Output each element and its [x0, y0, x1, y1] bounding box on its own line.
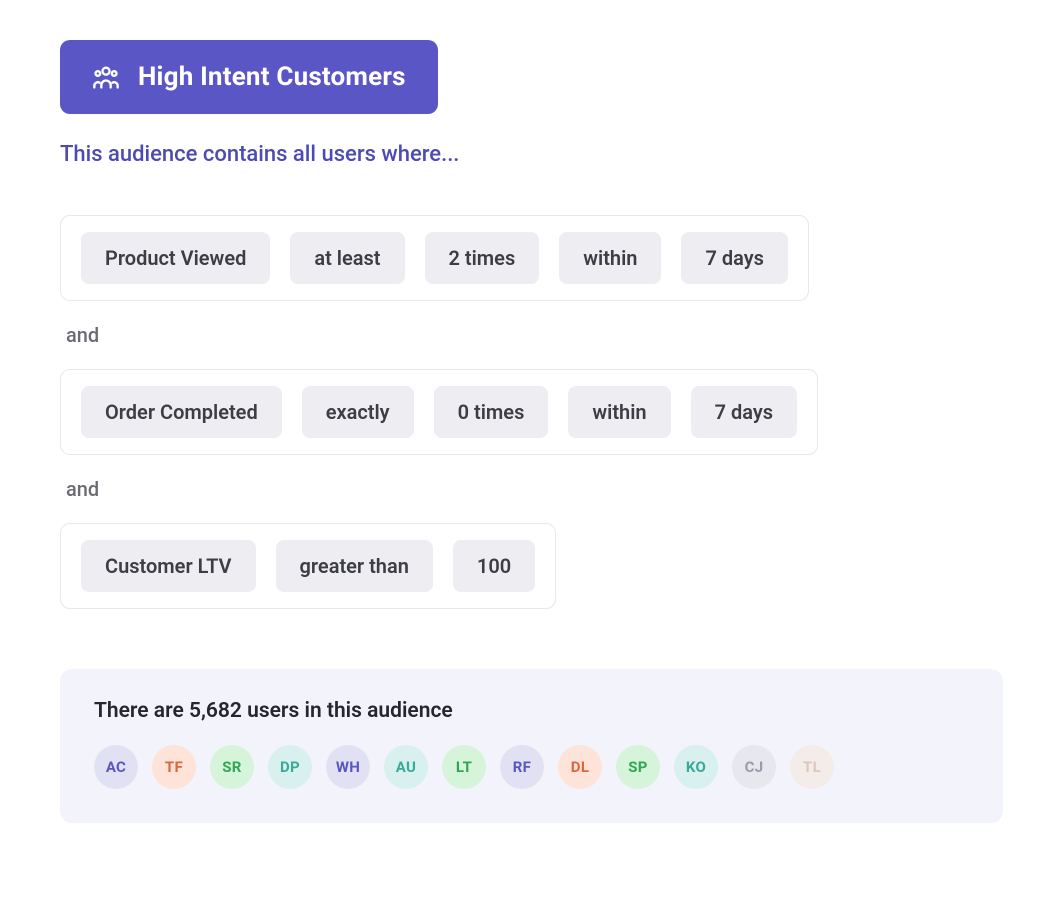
avatar[interactable]: LT	[442, 745, 486, 789]
rule-chip[interactable]: Customer LTV	[81, 540, 256, 592]
rule-chip[interactable]: greater than	[276, 540, 433, 592]
summary-count-line: There are 5,682 users in this audience	[94, 699, 969, 723]
avatar[interactable]: CJ	[732, 745, 776, 789]
avatar[interactable]: RF	[500, 745, 544, 789]
rule-row[interactable]: Order Completed exactly 0 times within 7…	[60, 369, 818, 455]
rule-row[interactable]: Product Viewed at least 2 times within 7…	[60, 215, 809, 301]
rule-chip[interactable]: within	[568, 386, 670, 438]
avatar[interactable]: TL	[790, 745, 834, 789]
rule-joiner: and	[66, 477, 997, 501]
avatar[interactable]: TF	[152, 745, 196, 789]
avatar[interactable]: DL	[558, 745, 602, 789]
audience-builder-card: High Intent Customers This audience cont…	[0, 0, 1063, 863]
rule-chip[interactable]: 0 times	[434, 386, 549, 438]
audience-title: High Intent Customers	[138, 62, 406, 92]
audience-summary-panel: There are 5,682 users in this audience A…	[60, 669, 1003, 823]
avatar-row: AC TF SR DP WH AU LT RF DL SP KO CJ TL	[94, 745, 969, 789]
rules-container: Product Viewed at least 2 times within 7…	[60, 215, 1003, 609]
audience-title-badge[interactable]: High Intent Customers	[60, 40, 438, 114]
rule-chip[interactable]: 7 days	[681, 232, 787, 284]
rule-row[interactable]: Customer LTV greater than 100	[60, 523, 556, 609]
avatar[interactable]: AU	[384, 745, 428, 789]
rule-chip[interactable]: Product Viewed	[81, 232, 270, 284]
rule-chip[interactable]: at least	[290, 232, 404, 284]
rule-chip[interactable]: within	[559, 232, 661, 284]
avatar[interactable]: AC	[94, 745, 138, 789]
avatar[interactable]: WH	[326, 745, 370, 789]
audience-subhead: This audience contains all users where..…	[60, 142, 1003, 167]
rule-chip[interactable]: Order Completed	[81, 386, 282, 438]
rule-joiner: and	[66, 323, 997, 347]
avatar[interactable]: DP	[268, 745, 312, 789]
avatar[interactable]: SR	[210, 745, 254, 789]
rule-chip[interactable]: 2 times	[425, 232, 540, 284]
rule-chip[interactable]: 7 days	[691, 386, 797, 438]
audience-icon	[92, 63, 120, 91]
rule-chip[interactable]: exactly	[302, 386, 414, 438]
avatar[interactable]: KO	[674, 745, 718, 789]
rule-chip[interactable]: 100	[453, 540, 535, 592]
avatar[interactable]: SP	[616, 745, 660, 789]
